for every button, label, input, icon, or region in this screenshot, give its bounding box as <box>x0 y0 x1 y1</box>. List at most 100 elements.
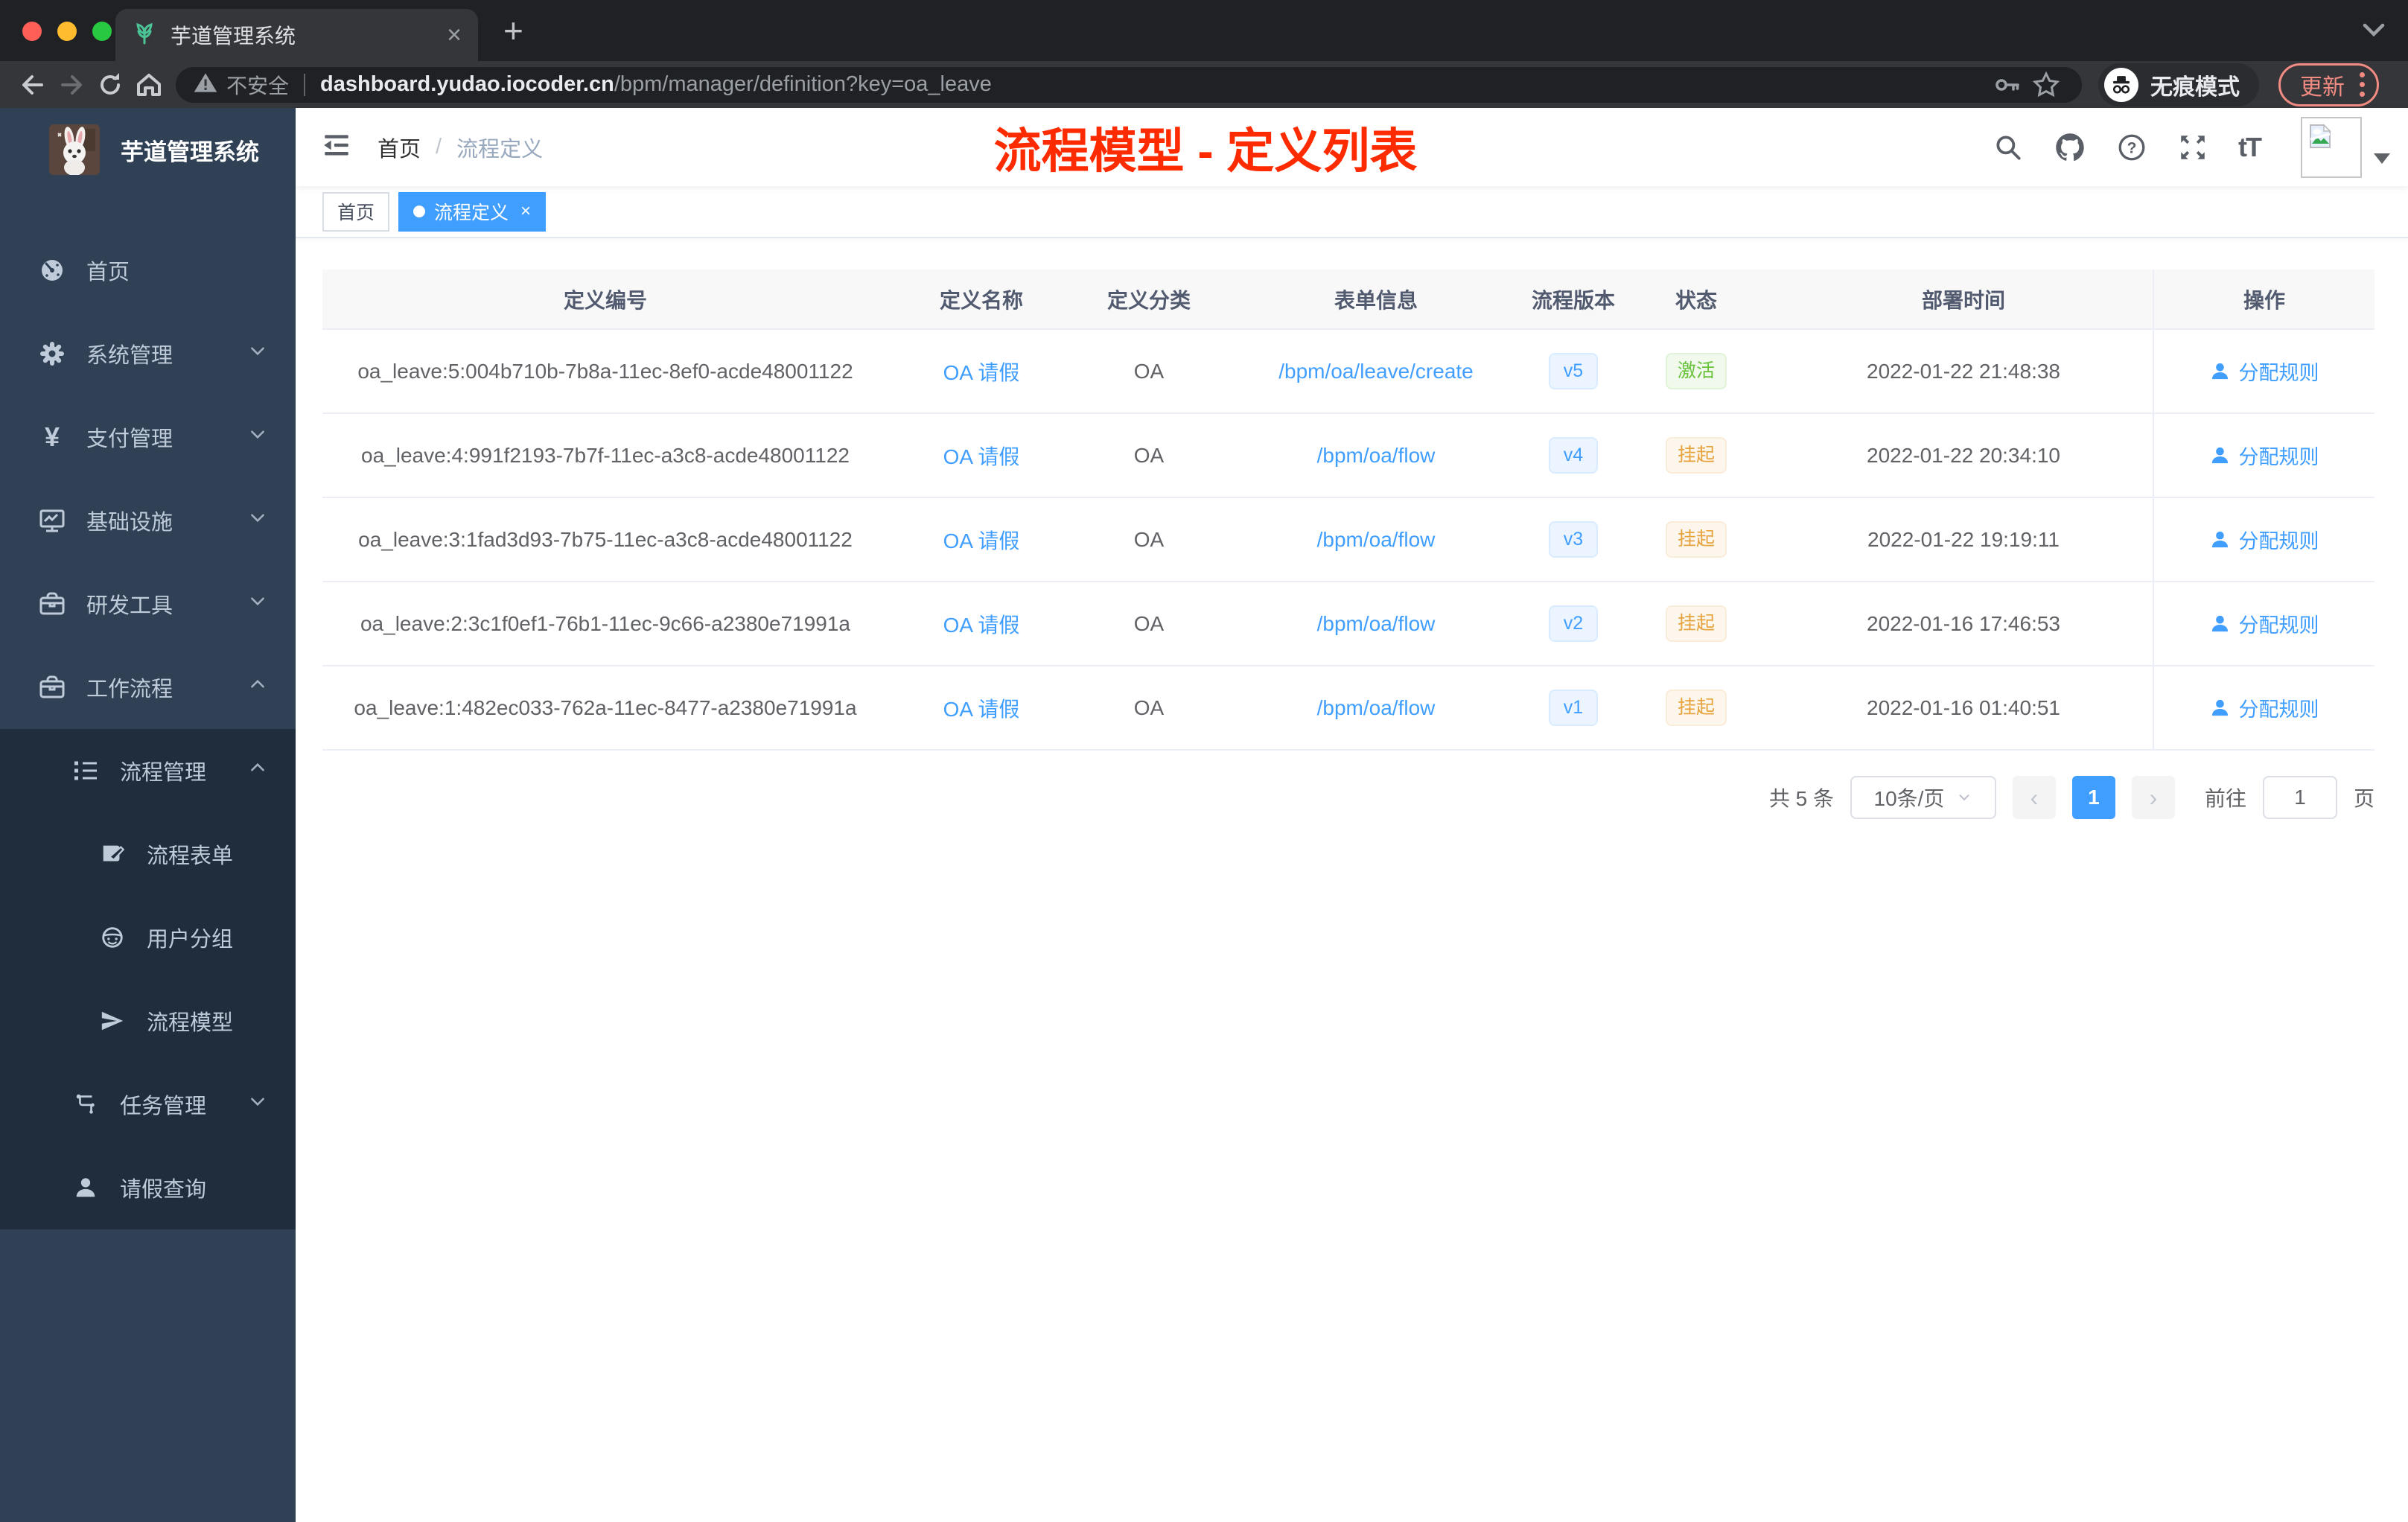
home-icon[interactable] <box>130 66 168 104</box>
sidebar-item-process-model[interactable]: 流程模型 <box>0 979 296 1063</box>
chevron-down-icon <box>248 424 267 450</box>
status-badge: 挂起 <box>1665 436 1727 474</box>
version-badge[interactable]: v2 <box>1548 605 1599 643</box>
address-bar[interactable]: 不安全 dashboard.yudao.iocoder.cn/bpm/manag… <box>176 66 2082 104</box>
fullscreen-icon[interactable] <box>2177 132 2208 163</box>
cell-category: OA <box>1074 329 1223 414</box>
window-minimize-button[interactable] <box>57 22 77 41</box>
update-button[interactable]: 更新 <box>2278 63 2379 106</box>
definition-name-link[interactable]: OA 请假 <box>943 614 1020 637</box>
version-badge[interactable]: v5 <box>1548 352 1599 390</box>
logo-rabbit-image <box>49 124 100 175</box>
sidebar-item-payment[interactable]: ¥ 支付管理 <box>0 395 296 479</box>
tag-close-icon[interactable]: × <box>520 203 531 220</box>
user-icon <box>71 1175 101 1200</box>
version-badge[interactable]: v3 <box>1548 520 1599 558</box>
security-label[interactable]: 不安全 <box>226 70 289 100</box>
table-row: oa_leave:5:004b710b-7b8a-11ec-8ef0-acde4… <box>322 329 2374 414</box>
cell-deploy-time: 2022-01-22 19:19:11 <box>1774 497 2153 582</box>
col-form-info: 表单信息 <box>1223 270 1529 330</box>
sidebar-collapse-icon[interactable] <box>321 130 352 165</box>
cell-deploy-time: 2022-01-16 01:40:51 <box>1774 666 2153 751</box>
toolbox-icon <box>37 590 67 617</box>
password-key-icon[interactable] <box>1988 66 2027 104</box>
tag-label: 流程定义 <box>434 203 509 223</box>
version-badge[interactable]: v1 <box>1548 689 1599 727</box>
bookmark-star-icon[interactable] <box>2027 66 2065 104</box>
sidebar-item-process-management[interactable]: 流程管理 <box>0 729 296 812</box>
status-badge: 挂起 <box>1665 520 1727 558</box>
status-badge: 激活 <box>1665 352 1727 390</box>
sidebar-item-process-form[interactable]: 流程表单 <box>0 812 296 896</box>
url-divider <box>304 73 306 96</box>
url-path[interactable]: /bpm/manager/definition?key=oa_leave <box>614 72 992 97</box>
table-row: oa_leave:3:1fad3d93-7b75-11ec-a3c8-acde4… <box>322 497 2374 582</box>
breadcrumb-home[interactable]: 首页 <box>378 132 421 163</box>
sidebar-item-dev-tools[interactable]: 研发工具 <box>0 562 296 646</box>
reload-icon[interactable] <box>91 66 130 104</box>
avatar-broken-image <box>2301 116 2362 178</box>
browser-toolbar: 不安全 dashboard.yudao.iocoder.cn/bpm/manag… <box>0 61 2408 108</box>
forward-icon[interactable] <box>52 66 91 104</box>
flow-tree-icon <box>71 1092 101 1117</box>
security-warning-icon[interactable] <box>192 69 219 100</box>
browser-tab[interactable]: 芋道管理系统 × <box>115 9 478 61</box>
sidebar-item-label: 流程模型 <box>147 1011 234 1035</box>
sidebar: 芋道管理系统 首页 系统管理 ¥ 支付管理 基础设施 研发工具 工作流程 流程管… <box>0 108 296 1522</box>
form-info-link[interactable]: /bpm/oa/flow <box>1317 612 1436 635</box>
form-info-link[interactable]: /bpm/oa/flow <box>1317 444 1436 467</box>
sidebar-item-infrastructure[interactable]: 基础设施 <box>0 479 296 562</box>
sidebar-item-home[interactable]: 首页 <box>0 229 296 312</box>
help-question-icon[interactable]: ? <box>2116 132 2147 163</box>
col-process-version: 流程版本 <box>1529 270 1618 330</box>
incognito-badge: 无痕模式 <box>2098 63 2259 106</box>
window-zoom-button[interactable] <box>92 22 112 41</box>
assign-rule-link[interactable]: 分配规则 <box>2210 357 2319 386</box>
incognito-label: 无痕模式 <box>2150 74 2240 100</box>
user-avatar-menu[interactable] <box>2301 116 2390 178</box>
assign-rule-link[interactable]: 分配规则 <box>2210 525 2319 554</box>
tag-home[interactable]: 首页 <box>322 191 390 232</box>
window-close-button[interactable] <box>22 22 42 41</box>
next-page-button[interactable]: › <box>2131 776 2175 819</box>
tag-label: 首页 <box>337 203 375 223</box>
browser-menu-kebab-icon[interactable] <box>2360 72 2365 97</box>
form-info-link[interactable]: /bpm/oa/leave/create <box>1278 360 1474 383</box>
goto-page-input[interactable] <box>2262 776 2337 819</box>
definition-name-link[interactable]: OA 请假 <box>943 445 1020 468</box>
sidebar-item-label: 请假查询 <box>120 1178 207 1202</box>
chevron-down-icon <box>248 591 267 617</box>
sidebar-item-system[interactable]: 系统管理 <box>0 312 296 395</box>
assign-rule-link[interactable]: 分配规则 <box>2210 441 2319 470</box>
tab-strip-chevron-icon[interactable] <box>2359 21 2389 44</box>
col-actions: 操作 <box>2153 270 2374 330</box>
url-host[interactable]: dashboard.yudao.iocoder.cn <box>320 72 614 97</box>
search-icon[interactable] <box>1993 132 2024 163</box>
font-size-icon[interactable]: tT <box>2238 132 2262 163</box>
tag-process-definition[interactable]: 流程定义 × <box>398 191 547 232</box>
assign-rule-link[interactable]: 分配规则 <box>2210 609 2319 638</box>
form-info-link[interactable]: /bpm/oa/flow <box>1317 528 1436 551</box>
form-info-link[interactable]: /bpm/oa/flow <box>1317 696 1436 719</box>
cell-category: OA <box>1074 666 1223 751</box>
goto-label: 前往 <box>2204 787 2246 810</box>
definition-name-link[interactable]: OA 请假 <box>943 529 1020 553</box>
page-size-select[interactable]: 10条/页 <box>1850 776 1996 819</box>
sidebar-item-leave-query[interactable]: 请假查询 <box>0 1146 296 1229</box>
sidebar-item-user-group[interactable]: 用户分组 <box>0 896 296 979</box>
back-icon[interactable] <box>13 66 52 104</box>
definition-name-link[interactable]: OA 请假 <box>943 698 1020 721</box>
sidebar-item-task-management[interactable]: 任务管理 <box>0 1063 296 1146</box>
github-icon[interactable] <box>2054 131 2086 164</box>
assign-rule-link[interactable]: 分配规则 <box>2210 693 2319 722</box>
sidebar-logo-row[interactable]: 芋道管理系统 <box>0 108 296 191</box>
prev-page-button[interactable]: ‹ <box>2012 776 2056 819</box>
new-tab-button[interactable]: + <box>503 13 523 48</box>
page-number-button[interactable]: 1 <box>2071 776 2115 819</box>
tab-close-icon[interactable]: × <box>447 22 462 48</box>
definition-name-link[interactable]: OA 请假 <box>943 361 1020 384</box>
version-badge[interactable]: v4 <box>1548 436 1599 474</box>
update-label[interactable]: 更新 <box>2300 69 2345 101</box>
status-badge: 挂起 <box>1665 689 1727 727</box>
sidebar-item-workflow[interactable]: 工作流程 <box>0 646 296 729</box>
